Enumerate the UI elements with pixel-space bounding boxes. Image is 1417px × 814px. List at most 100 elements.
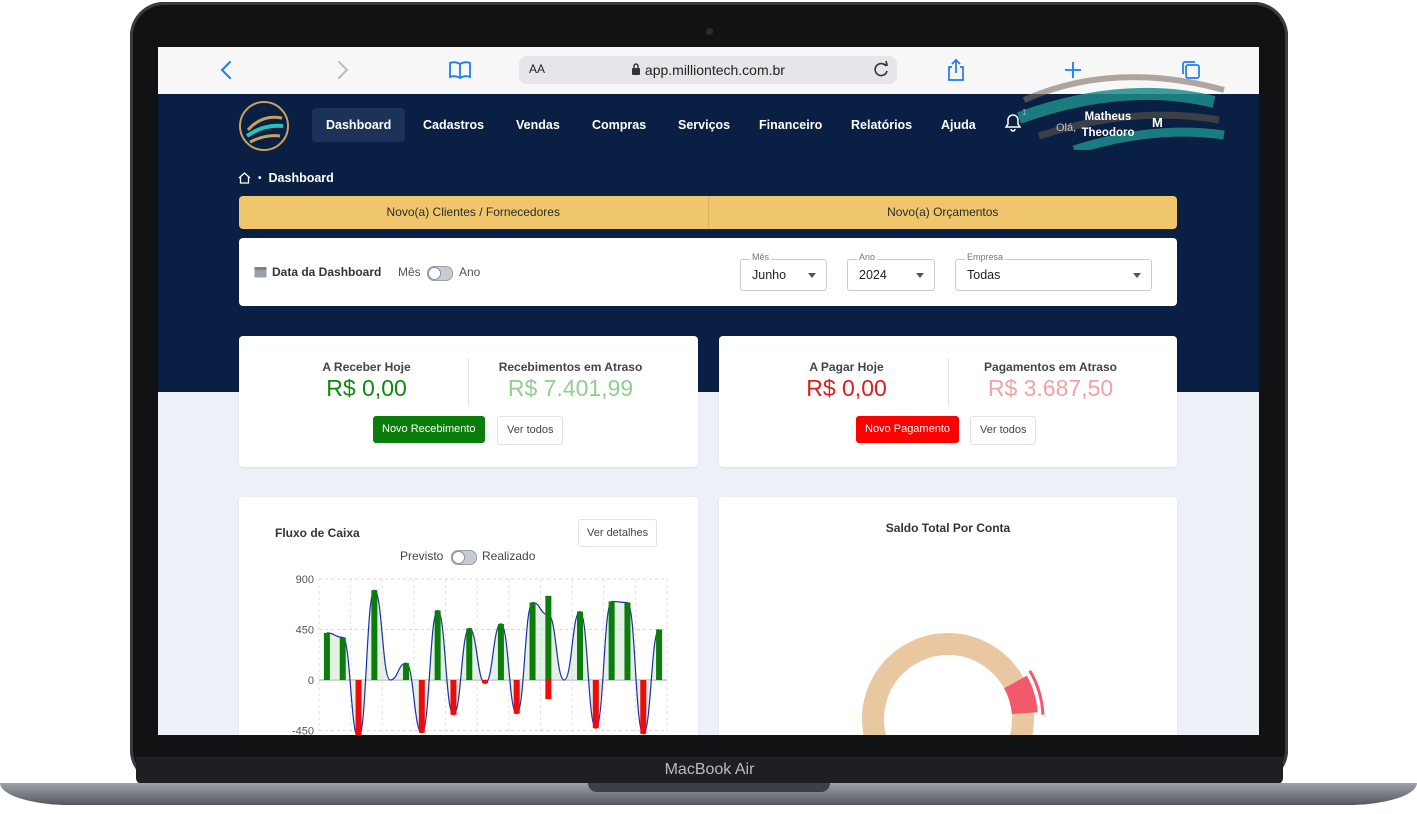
- bar-positive: [434, 610, 441, 680]
- bar-negative: [418, 680, 425, 733]
- forecast-label: Previsto: [400, 549, 444, 563]
- bar-positive: [466, 628, 473, 680]
- payable-overdue-value: R$ 3.687,50: [987, 375, 1114, 401]
- year-select-value: 2024: [859, 268, 887, 282]
- notification-bell-icon[interactable]: [1004, 113, 1022, 138]
- share-icon[interactable]: [941, 56, 971, 84]
- url-text: app.milliontech.com.br: [519, 62, 897, 78]
- nav-compras[interactable]: Compras: [578, 108, 660, 142]
- month-select-value: Junho: [752, 268, 787, 282]
- see-all-receipts-button[interactable]: Ver todos: [497, 416, 564, 445]
- y-tick-label: 900: [296, 574, 314, 586]
- camera: [706, 28, 713, 35]
- payable-today-value: R$ 0,00: [806, 375, 887, 401]
- toggle-knob: [452, 551, 465, 564]
- bar-positive: [624, 602, 631, 680]
- y-tick-label: -450: [292, 726, 314, 736]
- payable-today: A Pagar Hoje R$ 0,00: [759, 360, 934, 402]
- quick-actions-bar: Novo(a) Clientes / Fornecedores Novo(a) …: [239, 196, 1177, 229]
- logo[interactable]: [238, 100, 290, 152]
- nav-dashboard[interactable]: Dashboard: [312, 108, 406, 142]
- home-icon[interactable]: [238, 172, 251, 184]
- device-label: MacBook Air: [664, 761, 755, 778]
- period-toggle-left-label: Mês: [398, 265, 421, 279]
- lock-icon: [632, 63, 641, 75]
- breadcrumb-current: Dashboard: [268, 171, 334, 185]
- bar-negative: [450, 680, 457, 715]
- month-select-label: Mês: [750, 252, 772, 262]
- bar-positive: [545, 595, 552, 680]
- chevron-down-icon: [1133, 273, 1141, 278]
- nav-financeiro[interactable]: Financeiro: [745, 108, 836, 142]
- period-toggle-right-label: Ano: [459, 265, 481, 279]
- period-toggle[interactable]: [427, 266, 453, 281]
- realized-label: Realizado: [482, 549, 536, 563]
- cash-flow-title: Fluxo de Caixa: [275, 526, 360, 540]
- receivable-today: A Receber Hoje R$ 0,00: [279, 360, 454, 402]
- bar-positive: [529, 602, 536, 680]
- divider: [948, 358, 949, 406]
- bar-negative: [355, 680, 362, 735]
- bar-positive: [371, 590, 378, 680]
- filter-label: Data da Dashboard: [272, 265, 382, 279]
- back-icon[interactable]: [211, 56, 241, 84]
- balance-card: Saldo Total Por Conta: [719, 497, 1177, 735]
- new-payment-button[interactable]: Novo Pagamento: [856, 416, 959, 443]
- nav-cadastros[interactable]: Cadastros: [409, 108, 498, 142]
- receivable-today-value: R$ 0,00: [326, 375, 407, 401]
- nav-servicos[interactable]: Serviços: [664, 108, 744, 142]
- receivable-today-label: A Receber Hoje: [322, 360, 411, 374]
- chevron-down-icon: [808, 273, 816, 278]
- bar-negative: [513, 680, 520, 714]
- forward-icon[interactable]: [328, 56, 358, 84]
- bar-positive: [656, 629, 663, 680]
- bar-positive: [577, 611, 583, 680]
- payables-card: A Pagar Hoje R$ 0,00 Pagamentos em Atras…: [719, 336, 1177, 467]
- year-select-label: Ano: [857, 252, 878, 262]
- screen: AA app.milliontech.com.br Dashboard Cada…: [158, 47, 1259, 735]
- divider: [468, 358, 469, 406]
- nav-ajuda[interactable]: Ajuda: [927, 108, 990, 142]
- new-receipt-button[interactable]: Novo Recebimento: [373, 416, 485, 443]
- reload-icon[interactable]: [871, 58, 891, 85]
- forecast-realized-toggle[interactable]: [451, 550, 477, 565]
- bar-positive: [403, 663, 409, 680]
- notification-count: 1: [1022, 108, 1027, 117]
- bar-negative: [545, 680, 552, 700]
- y-tick-label: 450: [296, 625, 314, 637]
- laptop-notch: [588, 783, 830, 792]
- toggle-knob: [428, 267, 441, 280]
- y-tick-label: 0: [308, 675, 314, 687]
- user-name[interactable]: Matheus Theodoro: [1076, 109, 1140, 141]
- bookmarks-icon[interactable]: [445, 56, 475, 84]
- cash-flow-chart: 900 450 0 -450: [292, 574, 668, 736]
- avatar[interactable]: M: [1152, 115, 1163, 130]
- receivable-overdue: Recebimentos em Atraso R$ 7.401,99: [479, 360, 662, 402]
- chevron-down-icon: [916, 273, 924, 278]
- see-details-button[interactable]: Ver detalhes: [578, 519, 658, 547]
- payable-today-label: A Pagar Hoje: [809, 360, 884, 374]
- receivable-overdue-value: R$ 7.401,99: [507, 375, 634, 401]
- address-bar[interactable]: AA app.milliontech.com.br: [519, 56, 897, 84]
- bar-positive: [608, 601, 615, 680]
- nav-vendas[interactable]: Vendas: [502, 108, 574, 142]
- payable-overdue-label: Pagamentos em Atraso: [984, 360, 1117, 374]
- donut-slice: [862, 633, 1034, 735]
- cash-flow-card: Fluxo de Caixa Ver detalhes Previsto Rea…: [239, 497, 698, 735]
- bar-positive: [497, 623, 504, 680]
- breadcrumb-separator: •: [258, 172, 262, 184]
- app-header: Dashboard Cadastros Vendas Compras Servi…: [158, 74, 1259, 160]
- year-select[interactable]: Ano 2024: [847, 252, 935, 291]
- bar-negative: [482, 680, 489, 684]
- new-quote-button[interactable]: Novo(a) Orçamentos: [709, 196, 1178, 229]
- dashboard-filter-card: Data da Dashboard Mês Ano Mês Junho Ano …: [239, 238, 1177, 306]
- receivables-card: A Receber Hoje R$ 0,00 Recebimentos em A…: [239, 336, 698, 467]
- nav-relatorios[interactable]: Relatórios: [837, 108, 926, 142]
- donut-slice: [1003, 675, 1038, 715]
- month-select[interactable]: Mês Junho: [740, 252, 827, 291]
- new-client-supplier-button[interactable]: Novo(a) Clientes / Fornecedores: [239, 196, 709, 229]
- balance-donut-chart: [862, 633, 1045, 735]
- company-select[interactable]: Empresa Todas: [955, 252, 1152, 291]
- see-all-payments-button[interactable]: Ver todos: [970, 416, 1037, 445]
- bar-positive: [339, 637, 346, 680]
